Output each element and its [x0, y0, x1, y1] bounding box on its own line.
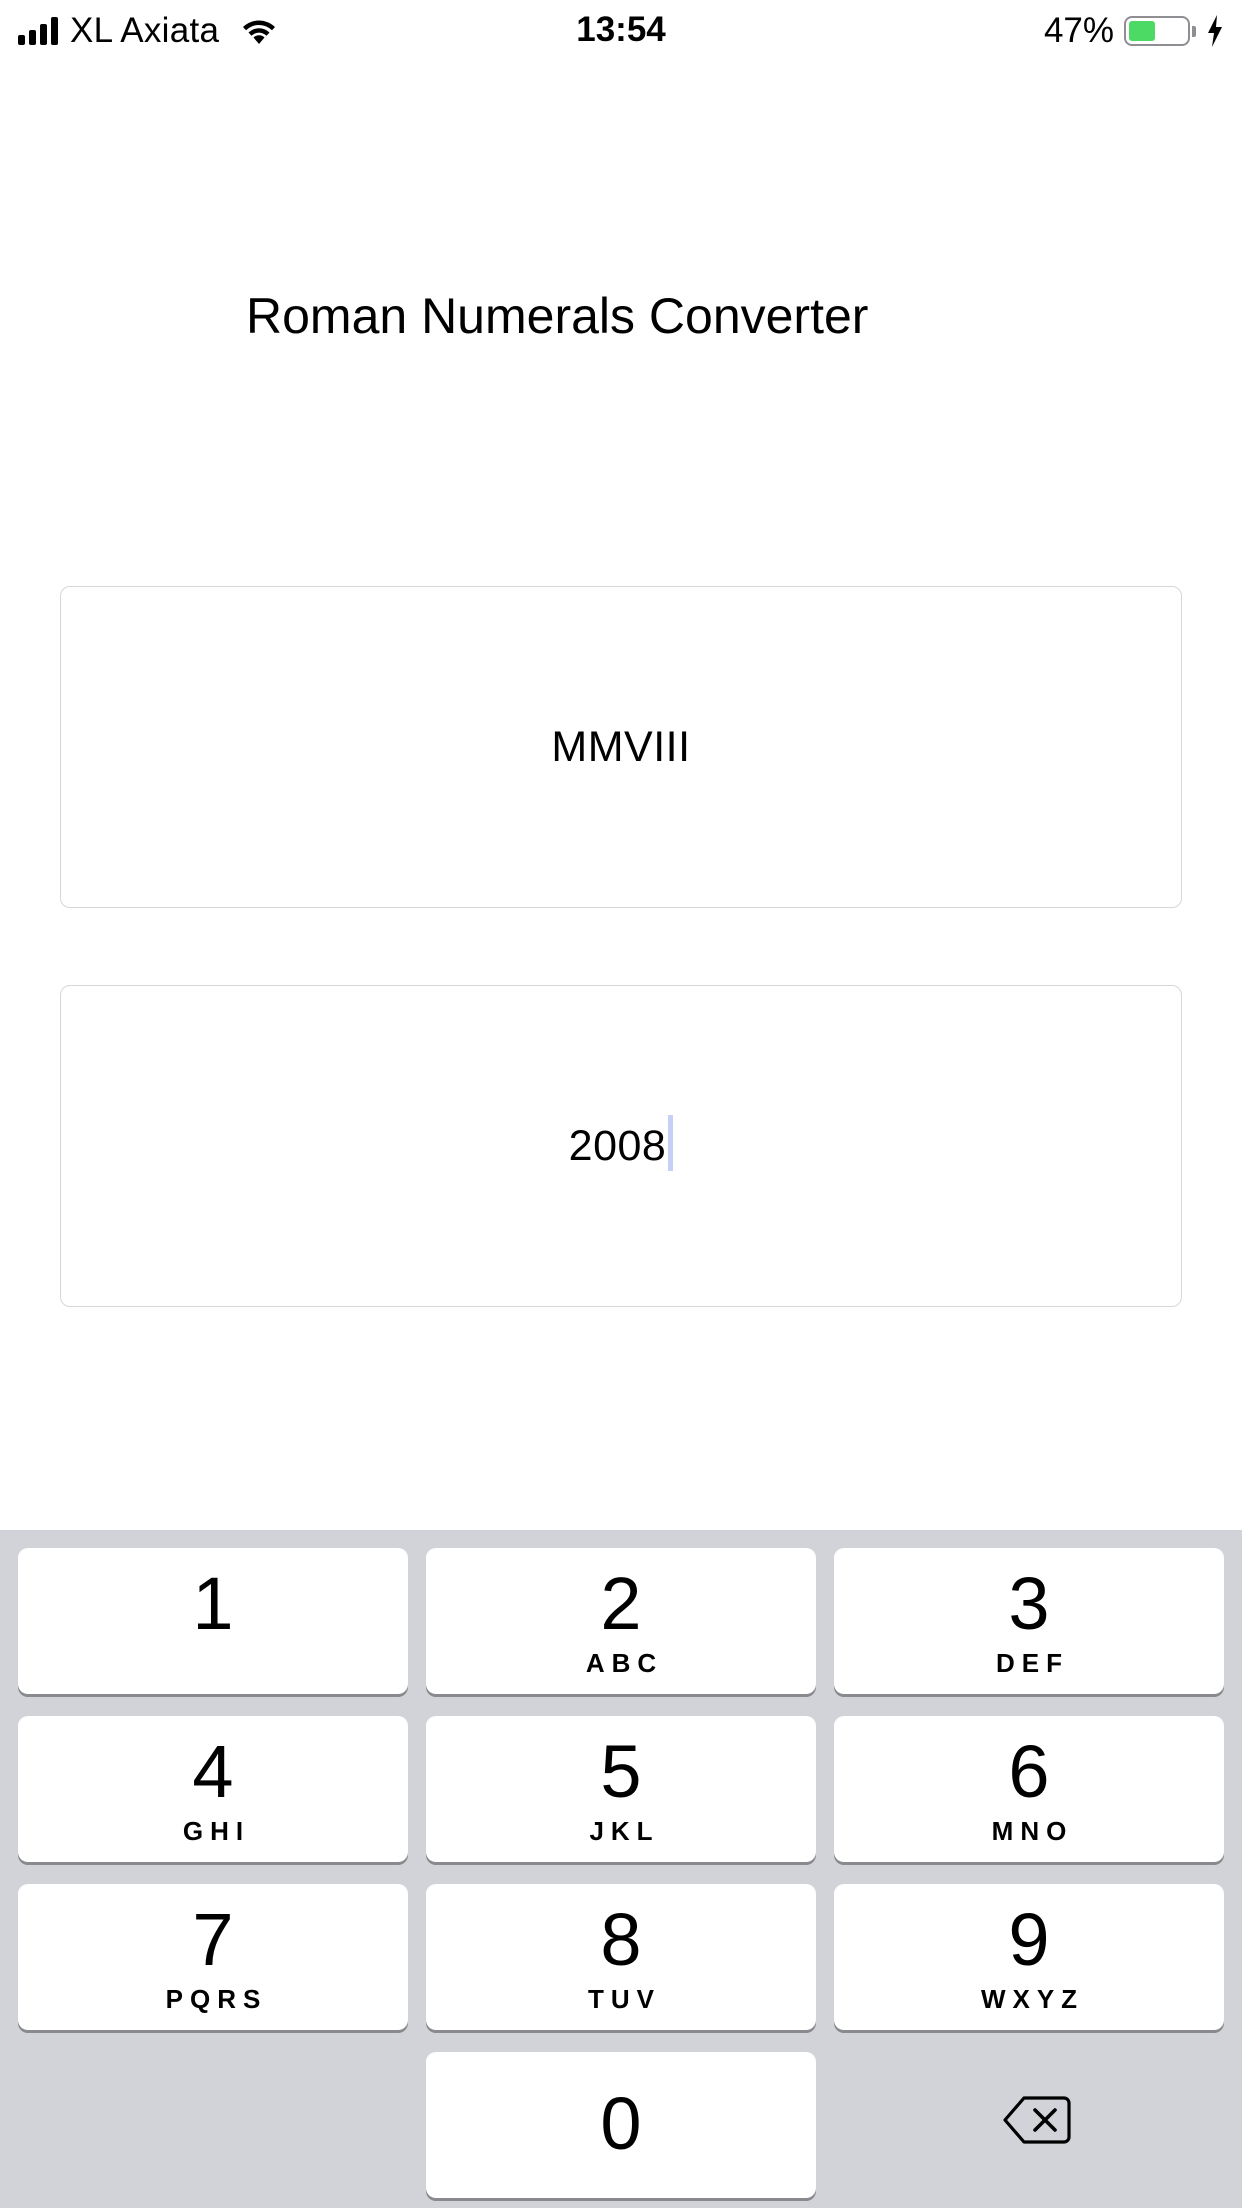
key-letters: WXYZ [980, 1984, 1085, 2014]
key-9[interactable]: 9 WXYZ [834, 1884, 1224, 2030]
battery-percentage: 47% [1043, 11, 1114, 50]
key-letters: JKL [589, 1816, 660, 1846]
roman-numeral-value: MMVIII [551, 722, 691, 771]
battery-level-fill [1129, 21, 1156, 41]
key-1[interactable]: 1 [18, 1548, 408, 1694]
backspace-icon[interactable] [1002, 2094, 1072, 2146]
key-digit: 8 [600, 1898, 642, 1981]
key-5[interactable]: 5 JKL [426, 1716, 816, 1862]
charging-bolt-icon [1208, 15, 1222, 47]
app-screen: XL Axiata 13:54 47% Roman Numerals Conve… [0, 0, 1242, 2208]
text-cursor [668, 1115, 674, 1171]
key-2[interactable]: 2 ABC [426, 1548, 816, 1694]
key-digit: 5 [600, 1730, 642, 1813]
key-3[interactable]: 3 DEF [834, 1548, 1224, 1694]
key-digit: 9 [1008, 1898, 1050, 1981]
key-8[interactable]: 8 TUV [426, 1884, 816, 2030]
key-letters: PQRS [165, 1984, 268, 2014]
battery-icon [1124, 16, 1190, 46]
key-digit: 1 [192, 1562, 234, 1645]
key-letters: TUV [588, 1984, 661, 2014]
number-field[interactable]: 2008 [60, 985, 1182, 1307]
key-digit: 4 [192, 1730, 234, 1813]
key-letters: ABC [585, 1648, 664, 1678]
key-0[interactable]: 0 [426, 2052, 816, 2198]
roman-numeral-field[interactable]: MMVIII [60, 586, 1182, 908]
page-title: Roman Numerals Converter [246, 288, 869, 344]
battery-cap [1192, 25, 1196, 37]
key-digit: 0 [600, 2082, 642, 2165]
key-7[interactable]: 7 PQRS [18, 1884, 408, 2030]
key-digit: 7 [192, 1898, 234, 1981]
key-digit: 6 [1008, 1730, 1050, 1813]
status-bar: XL Axiata 13:54 47% [0, 0, 1242, 62]
key-letters: MNO [991, 1816, 1074, 1846]
key-digit: 3 [1008, 1562, 1050, 1645]
key-6[interactable]: 6 MNO [834, 1716, 1224, 1862]
key-letters: DEF [996, 1648, 1069, 1678]
key-4[interactable]: 4 GHI [18, 1716, 408, 1862]
number-value: 2008 [568, 1121, 667, 1170]
key-letters: GHI [182, 1816, 251, 1846]
key-digit: 2 [600, 1562, 642, 1645]
status-right: 47% [1044, 10, 1224, 52]
